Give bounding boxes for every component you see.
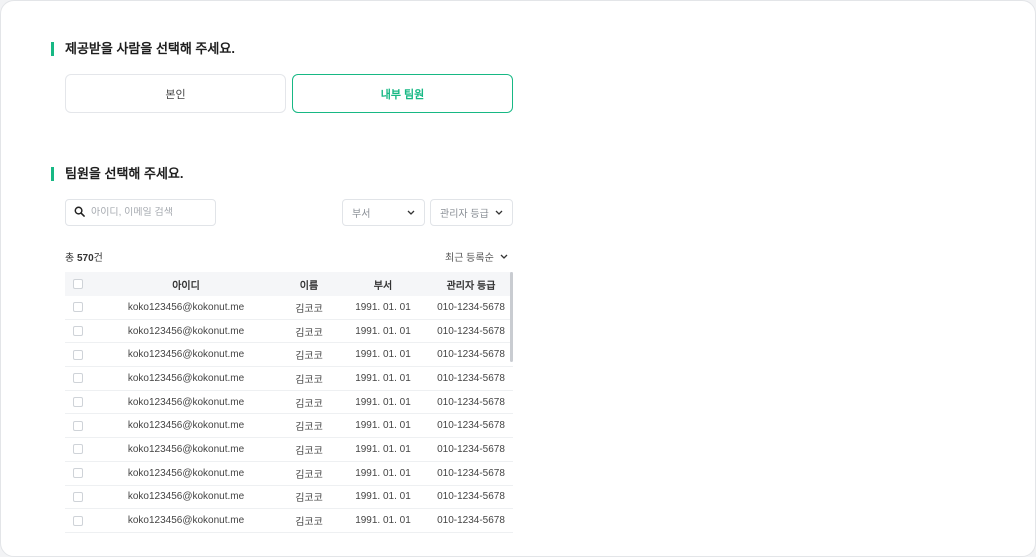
header-dept: 부서 [373,280,393,292]
cell-dept: 1991. 01. 01 [355,301,411,313]
cell-id: koko123456@kokonut.me [127,443,245,455]
total-suffix: 건 [93,253,103,264]
grade-filter-select[interactable]: 관리자 등급 [430,199,513,226]
total-count: 총 570건 [65,249,103,264]
row-checkbox[interactable] [73,349,83,360]
table-row[interactable]: koko123456@kokonut.me 김코코 1991. 01. 01 010-… [65,296,513,320]
cell-grade: 010-1234-5678 [437,420,505,432]
chevron-down-icon [500,251,508,262]
search-box[interactable] [65,199,216,226]
cell-dept: 1991. 01. 01 [355,515,411,527]
header-name: 이름 [299,280,319,292]
cell-dept: 1991. 01. 01 [355,443,411,455]
sort-dropdown[interactable]: 최근 등록순 [445,249,508,264]
cell-id: koko123456@kokonut.me [127,301,245,313]
cell-grade: 010-1234-5678 [437,396,505,408]
row-checkbox[interactable] [73,326,83,337]
cell-name: 김코코 [295,351,323,363]
cell-dept: 1991. 01. 01 [355,467,411,479]
select-all-checkbox[interactable] [73,279,83,289]
table-row[interactable]: koko123456@kokonut.me 김코코 1991. 01. 01 010-… [65,343,513,368]
cell-grade: 010-1234-5678 [437,515,505,527]
select-member-title: 팀원을 선택해 주세요. [51,166,183,182]
cell-grade: 010-1234-5678 [437,467,505,479]
choice-self-button[interactable]: 본인 [65,74,286,113]
cell-grade: 010-1234-5678 [437,301,505,313]
cell-name: 김코코 [295,517,323,529]
cell-grade: 010-1234-5678 [437,491,505,503]
cell-id: koko123456@kokonut.me [127,349,245,361]
cell-dept: 1991. 01. 01 [355,491,411,503]
table-row[interactable]: koko123456@kokonut.me 김코코 1991. 01. 01 010-… [65,438,513,462]
cell-name: 김코코 [295,327,323,339]
table-scrollbar[interactable] [510,272,513,362]
row-checkbox[interactable] [73,420,83,431]
cell-id: koko123456@kokonut.me [127,396,245,408]
cell-name: 김코코 [295,303,323,315]
table-row[interactable]: koko123456@kokonut.me 김코코 1991. 01. 01 010-… [65,391,513,415]
cell-id: koko123456@kokonut.me [127,491,245,503]
search-icon [74,204,85,222]
row-checkbox[interactable] [73,302,83,313]
cell-dept: 1991. 01. 01 [355,325,411,337]
cell-grade: 010-1234-5678 [437,325,505,337]
table-row[interactable]: koko123456@kokonut.me 김코코 1991. 01. 01 010-… [65,509,513,533]
cell-name: 김코코 [295,422,323,434]
cell-id: koko123456@kokonut.me [127,515,245,527]
cell-dept: 1991. 01. 01 [355,396,411,408]
modal-panel: 제공받을 사람을 선택해 주세요. 본인 내부 팀원 팀원을 선택해 주세요. … [0,0,1036,557]
cell-id: koko123456@kokonut.me [127,372,245,384]
row-checkbox[interactable] [73,468,83,479]
header-id: 아이디 [172,280,200,292]
table-row[interactable]: koko123456@kokonut.me 김코코 1991. 01. 01 010-… [65,462,513,486]
cell-name: 김코코 [295,469,323,481]
cell-name: 김코코 [295,374,323,386]
chevron-down-icon [495,207,503,218]
row-checkbox[interactable] [73,444,83,455]
table-row[interactable]: koko123456@kokonut.me 김코코 1991. 01. 01 010-… [65,367,513,391]
grade-filter-label: 관리자 등급 [440,209,489,220]
table-row[interactable]: koko123456@kokonut.me 김코코 1991. 01. 01 010-… [65,414,513,439]
cell-id: koko123456@kokonut.me [127,467,245,479]
row-checkbox[interactable] [73,373,83,384]
total-number: 570 [76,253,94,264]
total-prefix: 총 [65,253,75,264]
sort-label: 최근 등록순 [445,253,494,264]
search-input[interactable] [91,207,211,218]
chevron-down-icon [407,207,415,218]
choice-team-button[interactable]: 내부 팀원 [292,74,513,113]
row-checkbox[interactable] [73,397,83,408]
cell-dept: 1991. 01. 01 [355,349,411,361]
row-checkbox[interactable] [73,515,83,526]
provide-to-title: 제공받을 사람을 선택해 주세요. [51,41,235,57]
header-grade: 관리자 등급 [446,280,496,292]
cell-dept: 1991. 01. 01 [355,420,411,432]
cell-grade: 010-1234-5678 [437,349,505,361]
table-row[interactable]: koko123456@kokonut.me 김코코 1991. 01. 01 010-… [65,320,513,344]
table-row[interactable]: koko123456@kokonut.me 김코코 1991. 01. 01 010-… [65,486,513,510]
dept-filter-label: 부서 [352,209,371,220]
cell-name: 김코코 [295,493,323,505]
cell-id: koko123456@kokonut.me [127,325,245,337]
table-body: koko123456@kokonut.me 김코코 1991. 01. 01 010-… [65,296,513,533]
table-header: 아이디 이름 부서 관리자 등급 [65,272,513,296]
cell-grade: 010-1234-5678 [437,443,505,455]
member-table: 아이디 이름 부서 관리자 등급 koko123456@kokonut.me 김코… [65,272,513,534]
dept-filter-select[interactable]: 부서 [342,199,425,226]
cell-name: 김코코 [295,398,323,410]
cell-dept: 1991. 01. 01 [355,372,411,384]
cell-grade: 010-1234-5678 [437,372,505,384]
cell-id: koko123456@kokonut.me [127,420,245,432]
row-checkbox[interactable] [73,491,83,502]
cell-name: 김코코 [295,445,323,457]
